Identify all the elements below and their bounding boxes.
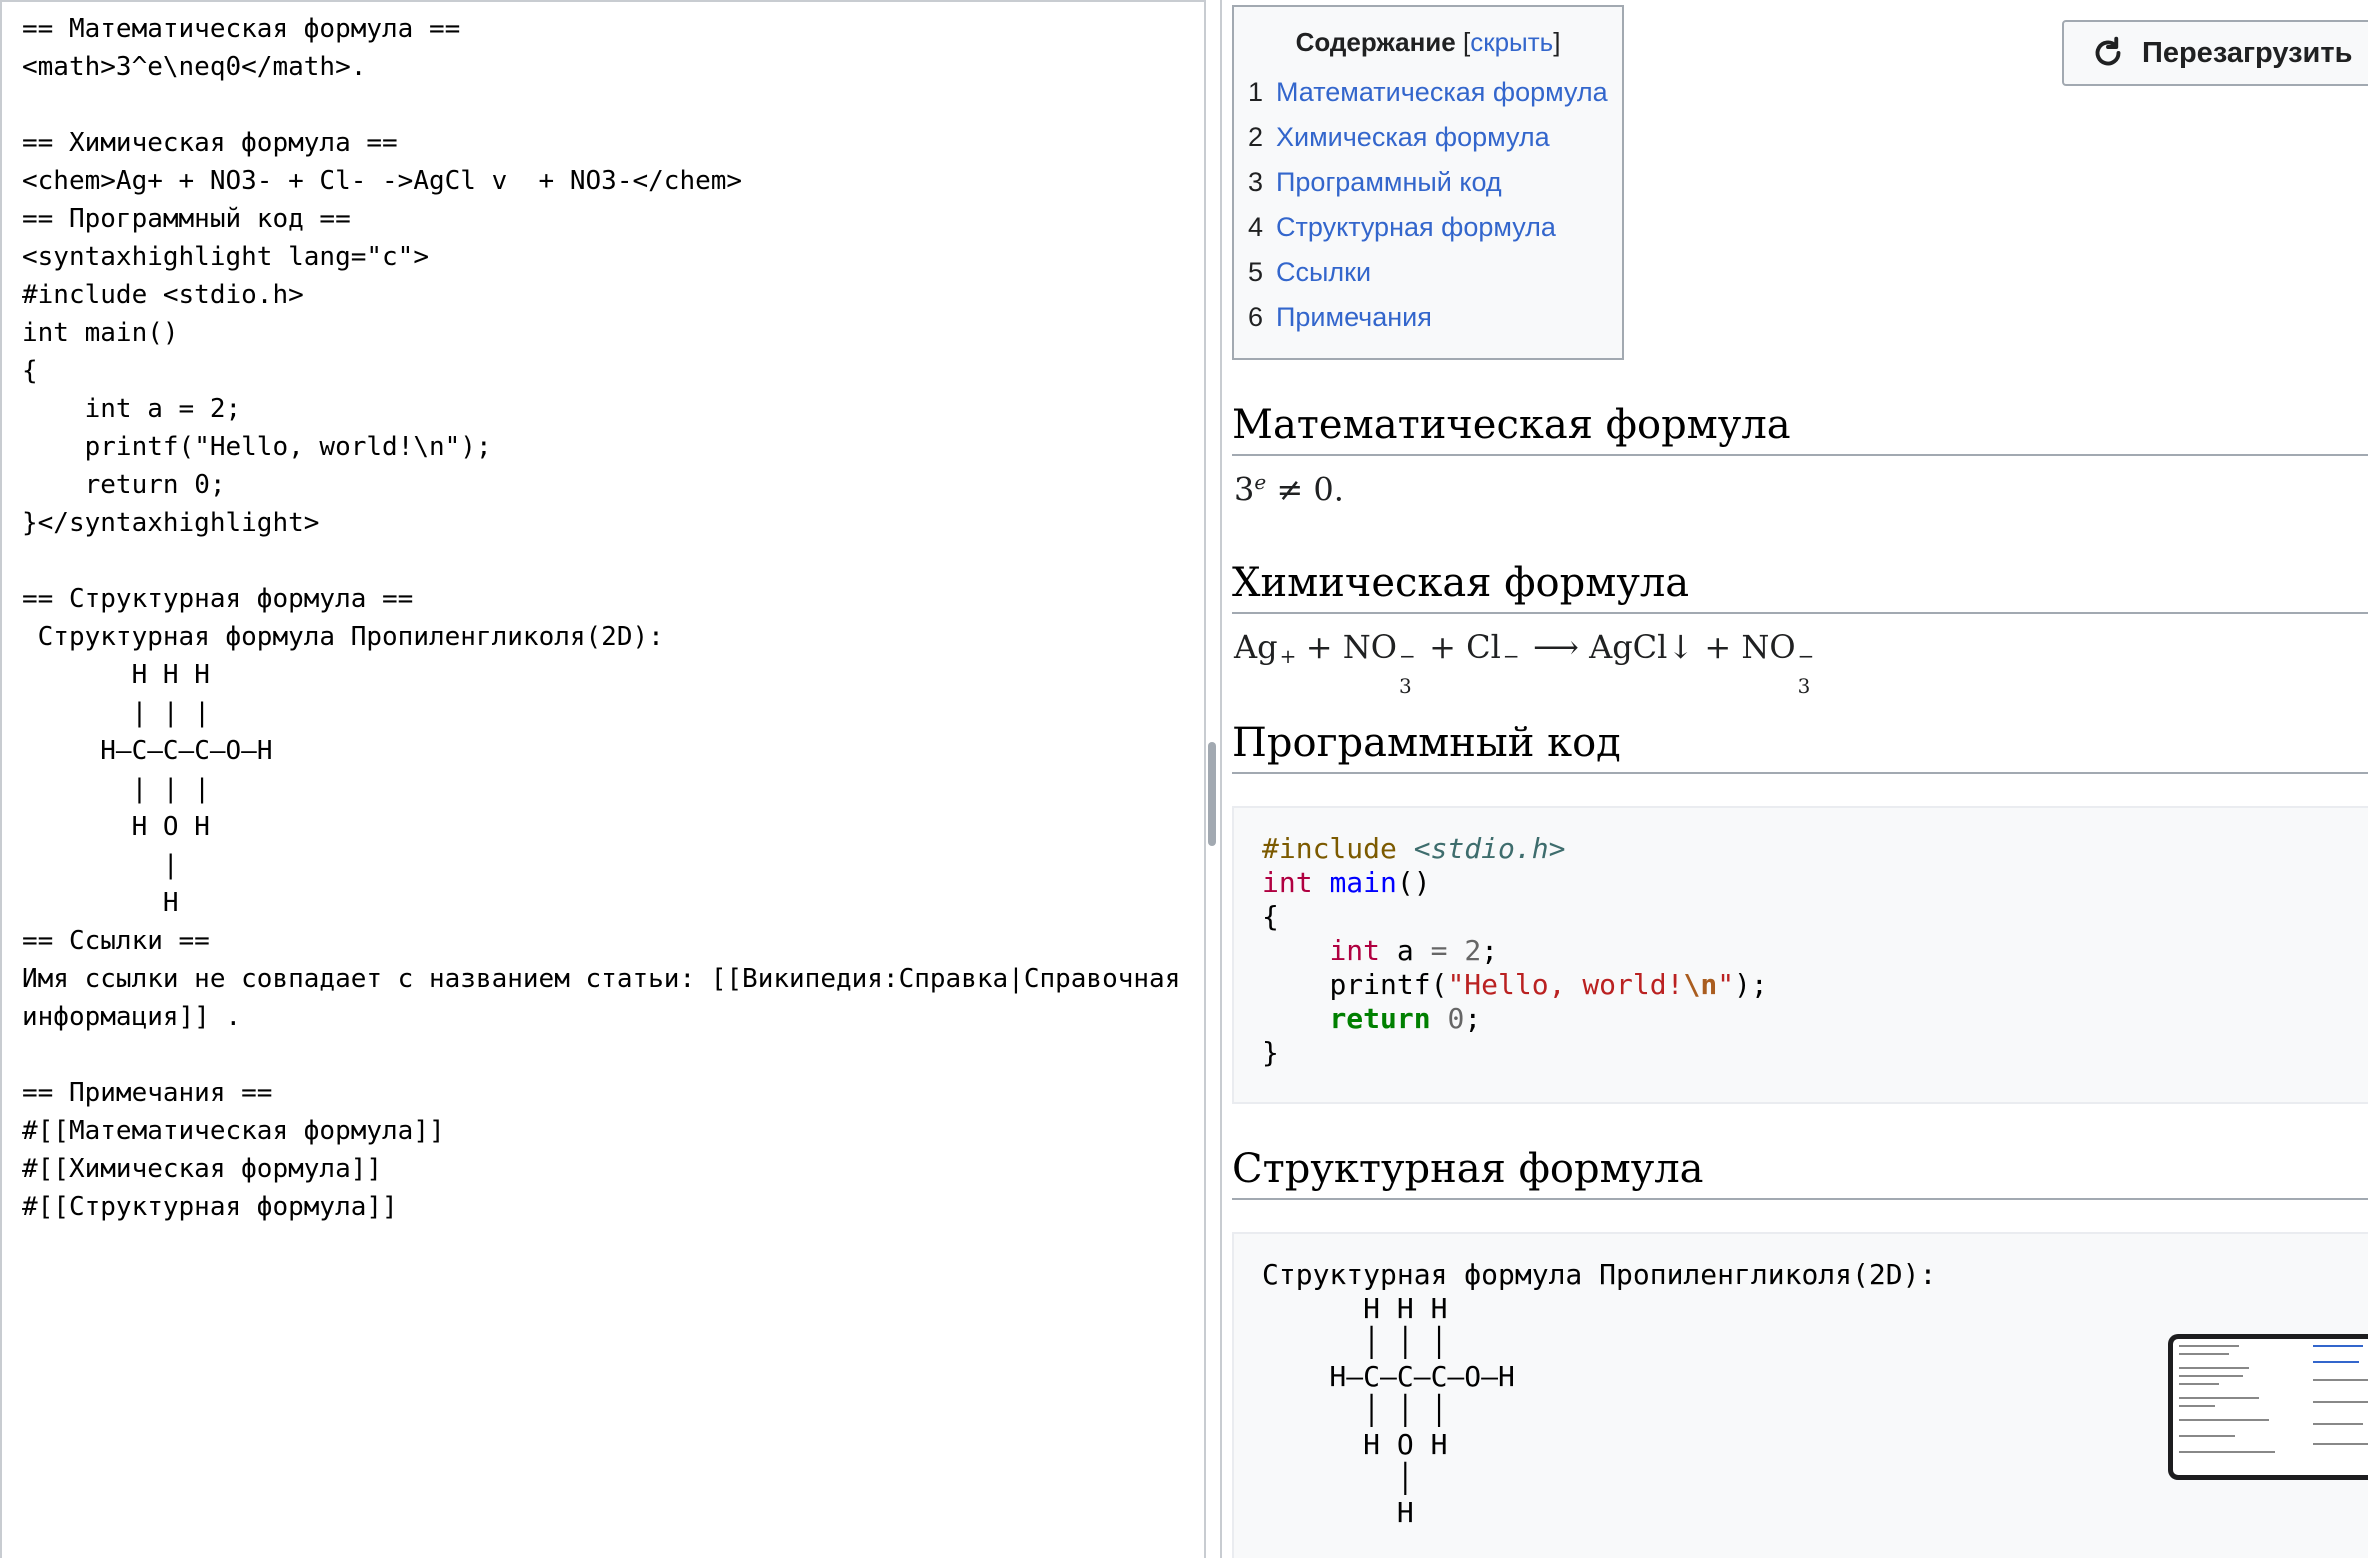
chem-no3b-charge: − [1797,644,1815,668]
toc-item-number: 3 [1248,167,1264,197]
toc-item-number: 5 [1248,257,1264,287]
math-formula: 3e ≠ 0. [1234,470,1344,509]
toc-header: Содержание [скрыть] [1248,27,1608,58]
code-return: return [1329,1002,1431,1035]
thumbnail-line [2313,1443,2368,1445]
toc-item-links[interactable]: 5 Ссылки [1248,250,1608,295]
toc-item-number: 6 [1248,302,1264,332]
heading-code: Программный код [1232,718,2368,774]
chem-arrow-product: ⟶ AgCl↓ + NO [1522,628,1796,666]
toc-item-number: 1 [1248,77,1264,107]
editor-textarea[interactable]: == Математическая формула == <math>3^e\n… [22,10,1198,1226]
toc-item-math[interactable]: 1 Математическая формула [1248,70,1608,115]
math-exponent: e [1254,470,1267,494]
toc-item-code[interactable]: 3 Программный код [1248,160,1608,205]
chem-no3-sub: 3 [1398,674,1412,698]
thumbnail-line [2179,1397,2259,1399]
thumbnail-preview-image [2173,1339,2368,1475]
chem-cl: + Cl [1418,628,1501,666]
toc-item-notes[interactable]: 6 Примечания [1248,295,1608,340]
toc-title: Содержание [1295,27,1456,57]
table-of-contents: Содержание [скрыть] 1 Математическая форм… [1232,5,1624,360]
thumbnail-line [2179,1375,2243,1377]
code-number: 2 [1464,934,1482,967]
math-relation: ≠ 0. [1266,470,1344,509]
code-type: int [1329,934,1381,967]
thumbnail-line [2179,1435,2235,1437]
thumbnail-line [2179,1367,2249,1369]
toc-item-link[interactable]: Математическая формула [1276,77,1608,107]
reload-button[interactable]: Перезагрузить [2062,20,2368,86]
code-include-file: <stdio.h> [1413,832,1566,865]
code-brace-open: { [1262,900,1279,933]
chem-no3-charge: − [1398,644,1416,668]
toc-item-link[interactable]: Программный код [1276,167,1502,197]
toc-item-structure[interactable]: 4 Структурная формула [1248,205,1608,250]
toc-item-number: 4 [1248,212,1264,242]
wikitext-editor[interactable]: == Математическая формула == <math>3^e\n… [0,0,1206,1558]
thumbnail-line [2313,1361,2359,1363]
code-function: main [1329,866,1397,899]
heading-structure: Структурная формула [1232,1144,2368,1200]
chem-no3b-sub: 3 [1797,674,1811,698]
toc-item-link[interactable]: Химическая формула [1276,122,1550,152]
thumbnail-line [2179,1451,2275,1453]
toc-toggle-close-bracket: ] [1553,27,1561,57]
toc-hide-link[interactable]: скрыть [1470,27,1553,57]
code-semi: ; [1481,934,1499,967]
thumbnail-line [2313,1401,2368,1403]
thumbnail-line [2179,1353,2229,1355]
toc-item-chem[interactable]: 2 Химическая формула [1248,115,1608,160]
chem-no3: + NO [1295,628,1397,666]
chem-formula: Ag + + NO −3 + Cl − ⟶ AgCl↓ + NO −3 [1234,628,1818,698]
thumbnail-line [2313,1423,2363,1425]
code-var: a [1380,934,1431,967]
preview-pane: Содержание [скрыть] 1 Математическая форм… [1232,0,2368,1558]
pane-splitter[interactable] [1206,0,1222,1558]
heading-chem: Химическая формула [1232,558,2368,614]
math-base: 3 [1234,470,1255,509]
toc-item-link[interactable]: Примечания [1276,302,1432,332]
code-string: "Hello, world! [1447,968,1684,1001]
screenshot-thumbnail[interactable] [2168,1334,2368,1480]
code-brace-close: } [1262,1036,1279,1069]
toc-item-link[interactable]: Структурная формула [1276,212,1556,242]
code-paren: () [1396,866,1431,899]
chem-ag: Ag [1234,628,1278,666]
toc-item-number: 2 [1248,122,1264,152]
code-escape: \n [1683,968,1718,1001]
code-string-end: " [1717,968,1735,1001]
code-printf: printf( [1329,968,1448,1001]
code-preproc: #include [1262,832,1397,865]
thumbnail-line [2313,1379,2368,1381]
code-close: ); [1734,968,1768,1001]
code-op: = [1430,934,1448,967]
code-type: int [1262,866,1313,899]
thumbnail-line [2179,1419,2269,1421]
splitter-handle[interactable] [1208,742,1216,846]
reload-button-label: Перезагрузить [2142,36,2353,69]
chem-cl-charge: − [1502,644,1520,668]
code-block: #include <stdio.h> int main() { int a = … [1232,806,2368,1104]
thumbnail-line [2179,1345,2239,1347]
reload-icon [2095,36,2121,66]
toc-item-link[interactable]: Ссылки [1276,257,1371,287]
code-number: 0 [1447,1002,1465,1035]
thumbnail-line [2179,1383,2219,1385]
code-semi: ; [1464,1002,1482,1035]
thumbnail-line [2313,1345,2363,1347]
chem-ag-charge: + [1279,644,1297,668]
heading-math: Математическая формула [1232,400,2368,456]
thumbnail-line [2179,1405,2215,1407]
